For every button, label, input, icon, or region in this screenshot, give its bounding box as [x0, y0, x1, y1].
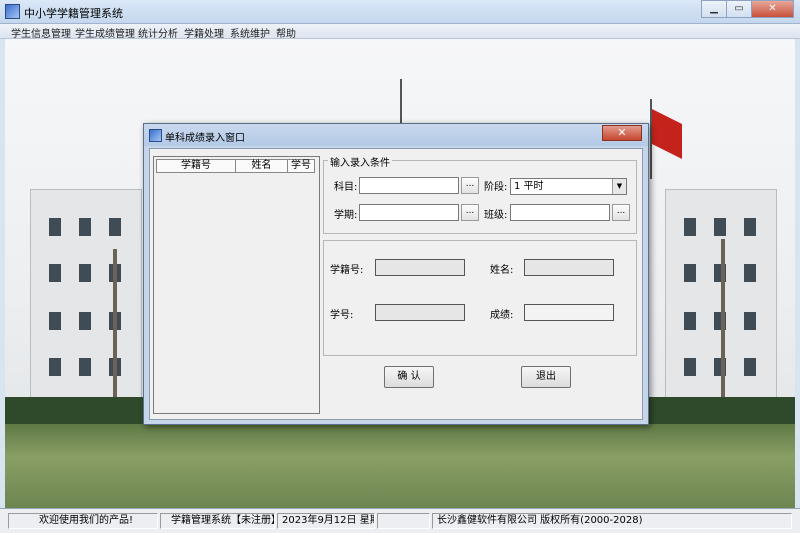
status-welcome: 欢迎使用我们的产品!: [8, 513, 158, 529]
maximize-button[interactable]: ▭: [726, 0, 752, 18]
menu-student-info[interactable]: 学生信息管理: [11, 25, 71, 40]
menu-bar: 学生信息管理 学生成绩管理 统计分析 学籍处理 系统维护 帮助: [0, 24, 800, 40]
menu-statistics[interactable]: 统计分析: [138, 25, 178, 40]
menu-help[interactable]: 帮助: [276, 25, 296, 40]
status-company: 长沙鑫健软件有限公司 版权所有(2000-2028): [432, 513, 792, 529]
student-id-label: 学籍号:: [330, 265, 364, 276]
name-field: [524, 259, 614, 276]
subject-browse-button[interactable]: ...: [461, 177, 479, 194]
class-label: 班级:: [484, 210, 508, 221]
antenna: [400, 79, 402, 129]
window-controls: ▁ ▭ ✕: [701, 0, 794, 20]
confirm-button[interactable]: 确 认: [384, 366, 434, 388]
subject-field[interactable]: [359, 177, 459, 194]
dialog-body: 学籍号 姓名 学号 输入录入条件 科目: ... 阶段: 1 平时 ▼ 学期: …: [149, 148, 643, 420]
status-bar: 欢迎使用我们的产品! 学籍管理系统【未注册】 2023年9月12日 星期二 长沙…: [0, 508, 800, 533]
col-number[interactable]: 学号: [287, 159, 315, 173]
col-student-id[interactable]: 学籍号: [156, 159, 236, 173]
term-field[interactable]: [359, 204, 459, 221]
student-detail-group: 学籍号: 姓名: 学号: 成绩:: [323, 240, 637, 356]
term-label: 学期:: [334, 210, 358, 221]
flag-pole: [650, 99, 652, 179]
dialog-close-button[interactable]: ✕: [602, 125, 642, 141]
lawn: [5, 424, 795, 508]
score-label: 成绩:: [490, 310, 514, 321]
main-titlebar: 中小学学籍管理系统 ▁ ▭ ✕: [0, 0, 800, 24]
close-button[interactable]: ✕: [751, 0, 794, 18]
entry-conditions-group: 输入录入条件 科目: ... 阶段: 1 平时 ▼ 学期: ... 班级: ..…: [323, 154, 637, 234]
score-entry-dialog: 单科成绩录入窗口 ✕ 学籍号 姓名 学号 输入录入条件 科目: ... 阶段: …: [143, 123, 649, 425]
status-date: 2023年9月12日 星期二: [277, 513, 375, 529]
exit-button[interactable]: 退出: [521, 366, 571, 388]
flag: [652, 109, 682, 159]
subject-label: 科目:: [334, 182, 358, 193]
col-name[interactable]: 姓名: [235, 159, 288, 173]
stage-value: 1 平时: [514, 181, 544, 192]
stage-label: 阶段:: [484, 182, 508, 193]
dropdown-arrow-icon[interactable]: ▼: [612, 179, 626, 194]
class-field[interactable]: [510, 204, 610, 221]
number-field: [375, 304, 465, 321]
status-empty: [377, 513, 430, 529]
dialog-icon: [149, 129, 162, 142]
dialog-title: 单科成绩录入窗口: [165, 133, 245, 144]
menu-student-scores[interactable]: 学生成绩管理: [75, 25, 135, 40]
number-label: 学号:: [330, 310, 354, 321]
menu-registry[interactable]: 学籍处理: [184, 25, 224, 40]
minimize-button[interactable]: ▁: [701, 0, 727, 18]
utility-pole-right: [721, 239, 725, 399]
conditions-group-title: 输入录入条件: [328, 154, 392, 169]
list-header: 学籍号 姓名 学号: [156, 159, 315, 173]
name-label: 姓名:: [490, 265, 514, 276]
building-left: [30, 189, 142, 399]
dialog-titlebar[interactable]: 单科成绩录入窗口 ✕: [144, 124, 648, 146]
student-list[interactable]: 学籍号 姓名 学号: [153, 156, 320, 414]
score-field[interactable]: [524, 304, 614, 321]
utility-pole-left: [113, 249, 117, 399]
stage-select[interactable]: 1 平时 ▼: [510, 178, 627, 195]
app-icon: [5, 4, 20, 19]
student-id-field: [375, 259, 465, 276]
class-browse-button[interactable]: ...: [612, 204, 630, 221]
term-browse-button[interactable]: ...: [461, 204, 479, 221]
app-title: 中小学学籍管理系统: [24, 7, 123, 20]
status-registration: 学籍管理系统【未注册】: [160, 513, 275, 529]
menu-maintenance[interactable]: 系统维护: [230, 25, 270, 40]
